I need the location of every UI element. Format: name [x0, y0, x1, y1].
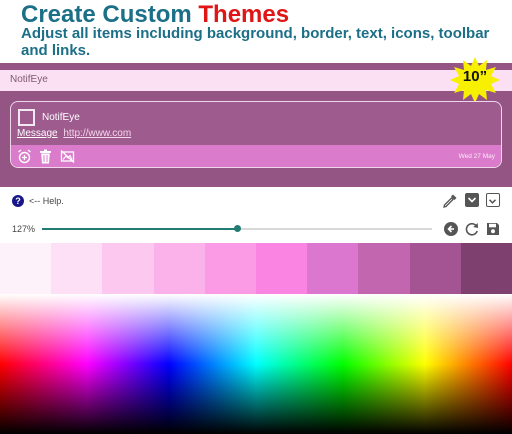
dropdown-filled-icon[interactable] — [465, 193, 479, 207]
trash-icon[interactable] — [38, 149, 53, 164]
hide-image-icon[interactable] — [60, 149, 75, 164]
alarm-add-icon[interactable] — [17, 149, 32, 164]
color-swatch[interactable] — [153, 243, 205, 294]
help-row: ? <-- Help. — [0, 188, 512, 214]
color-swatch[interactable] — [102, 243, 154, 294]
message-link[interactable]: http://www.com — [63, 128, 131, 139]
zoom-slider-thumb[interactable] — [234, 225, 241, 232]
promo-title-part2: Themes — [198, 1, 290, 28]
color-swatch[interactable] — [409, 243, 461, 294]
message-line: Message http://www.com — [17, 128, 131, 139]
theme-preview-panel: NotifEye 10” NotifEye Message http://www… — [0, 57, 512, 187]
dropdown-outline-icon[interactable] — [486, 193, 500, 207]
zoom-label: 127% — [12, 224, 36, 234]
zoom-slider[interactable] — [42, 225, 432, 232]
notification-date: Wed 27 May — [458, 153, 495, 160]
notification-card[interactable]: NotifEye Message http://www.com Wed 27 M… — [10, 101, 502, 168]
help-icon[interactable]: ? — [12, 195, 24, 207]
refresh-icon[interactable] — [464, 221, 480, 237]
size-badge: 10” — [450, 57, 500, 103]
color-swatch[interactable] — [256, 243, 308, 294]
message-label: Message — [17, 128, 58, 139]
save-icon[interactable] — [486, 222, 500, 236]
help-text: <-- Help. — [29, 196, 64, 206]
color-swatch[interactable] — [358, 243, 410, 294]
color-swatch[interactable] — [460, 243, 512, 294]
color-swatch[interactable] — [0, 243, 52, 294]
app-icon — [18, 109, 35, 126]
color-swatch[interactable] — [51, 243, 103, 294]
preview-app-bar: NotifEye — [0, 70, 512, 91]
size-badge-text: 10” — [462, 68, 488, 85]
zoom-row: 127% — [0, 217, 512, 241]
eyedropper-icon[interactable] — [442, 193, 458, 209]
back-icon[interactable] — [444, 222, 458, 236]
preview-app-title: NotifEye — [10, 74, 48, 85]
card-app-name: NotifEye — [42, 112, 80, 123]
promo-subtitle: Adjust all items including background, b… — [21, 25, 490, 59]
color-swatch-row — [0, 243, 512, 294]
color-spectrum-picker[interactable] — [0, 294, 512, 434]
zoom-slider-fill — [42, 228, 237, 230]
promo-title-part1: Create Custom — [21, 1, 192, 28]
color-swatch[interactable] — [204, 243, 257, 294]
card-toolbar: Wed 27 May — [11, 145, 501, 167]
color-swatch[interactable] — [307, 243, 359, 294]
